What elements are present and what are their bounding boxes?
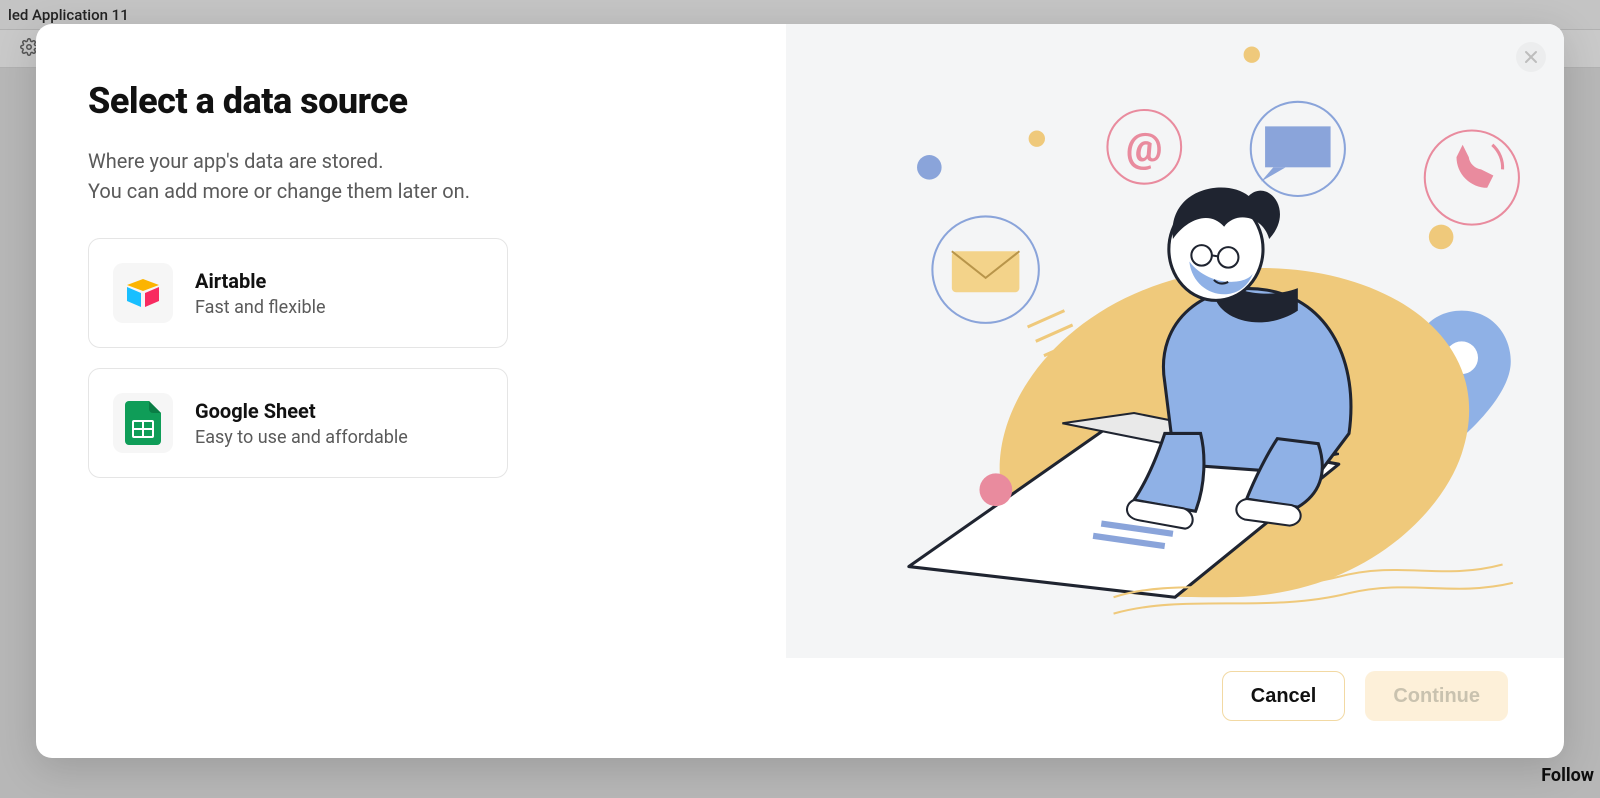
option-title: Airtable [195,269,326,293]
modal-illustration-pane: @ [786,24,1564,658]
modal-subtitle-line2: You can add more or change them later on… [88,179,470,203]
modal-footer: Cancel Continue [36,658,1564,758]
option-airtable[interactable]: Airtable Fast and flexible [88,238,508,348]
google-sheets-icon [113,393,173,453]
airtable-icon [113,263,173,323]
illustration: @ [786,24,1564,638]
modal-subtitle-line1: Where your app's data are stored. [88,149,383,173]
option-title: Google Sheet [195,399,408,423]
option-desc: Easy to use and affordable [195,427,408,448]
svg-text:@: @ [1126,123,1163,171]
modal-left-pane: Select a data source Where your app's da… [36,24,786,658]
modal-subtitle: Where your app's data are stored. You ca… [88,146,730,206]
option-desc: Fast and flexible [195,297,326,318]
modal-title: Select a data source [88,80,730,122]
data-source-modal: Select a data source Where your app's da… [36,24,1564,758]
cancel-button[interactable]: Cancel [1222,671,1346,721]
continue-button[interactable]: Continue [1365,671,1508,721]
option-google-sheet[interactable]: Google Sheet Easy to use and affordable [88,368,508,478]
